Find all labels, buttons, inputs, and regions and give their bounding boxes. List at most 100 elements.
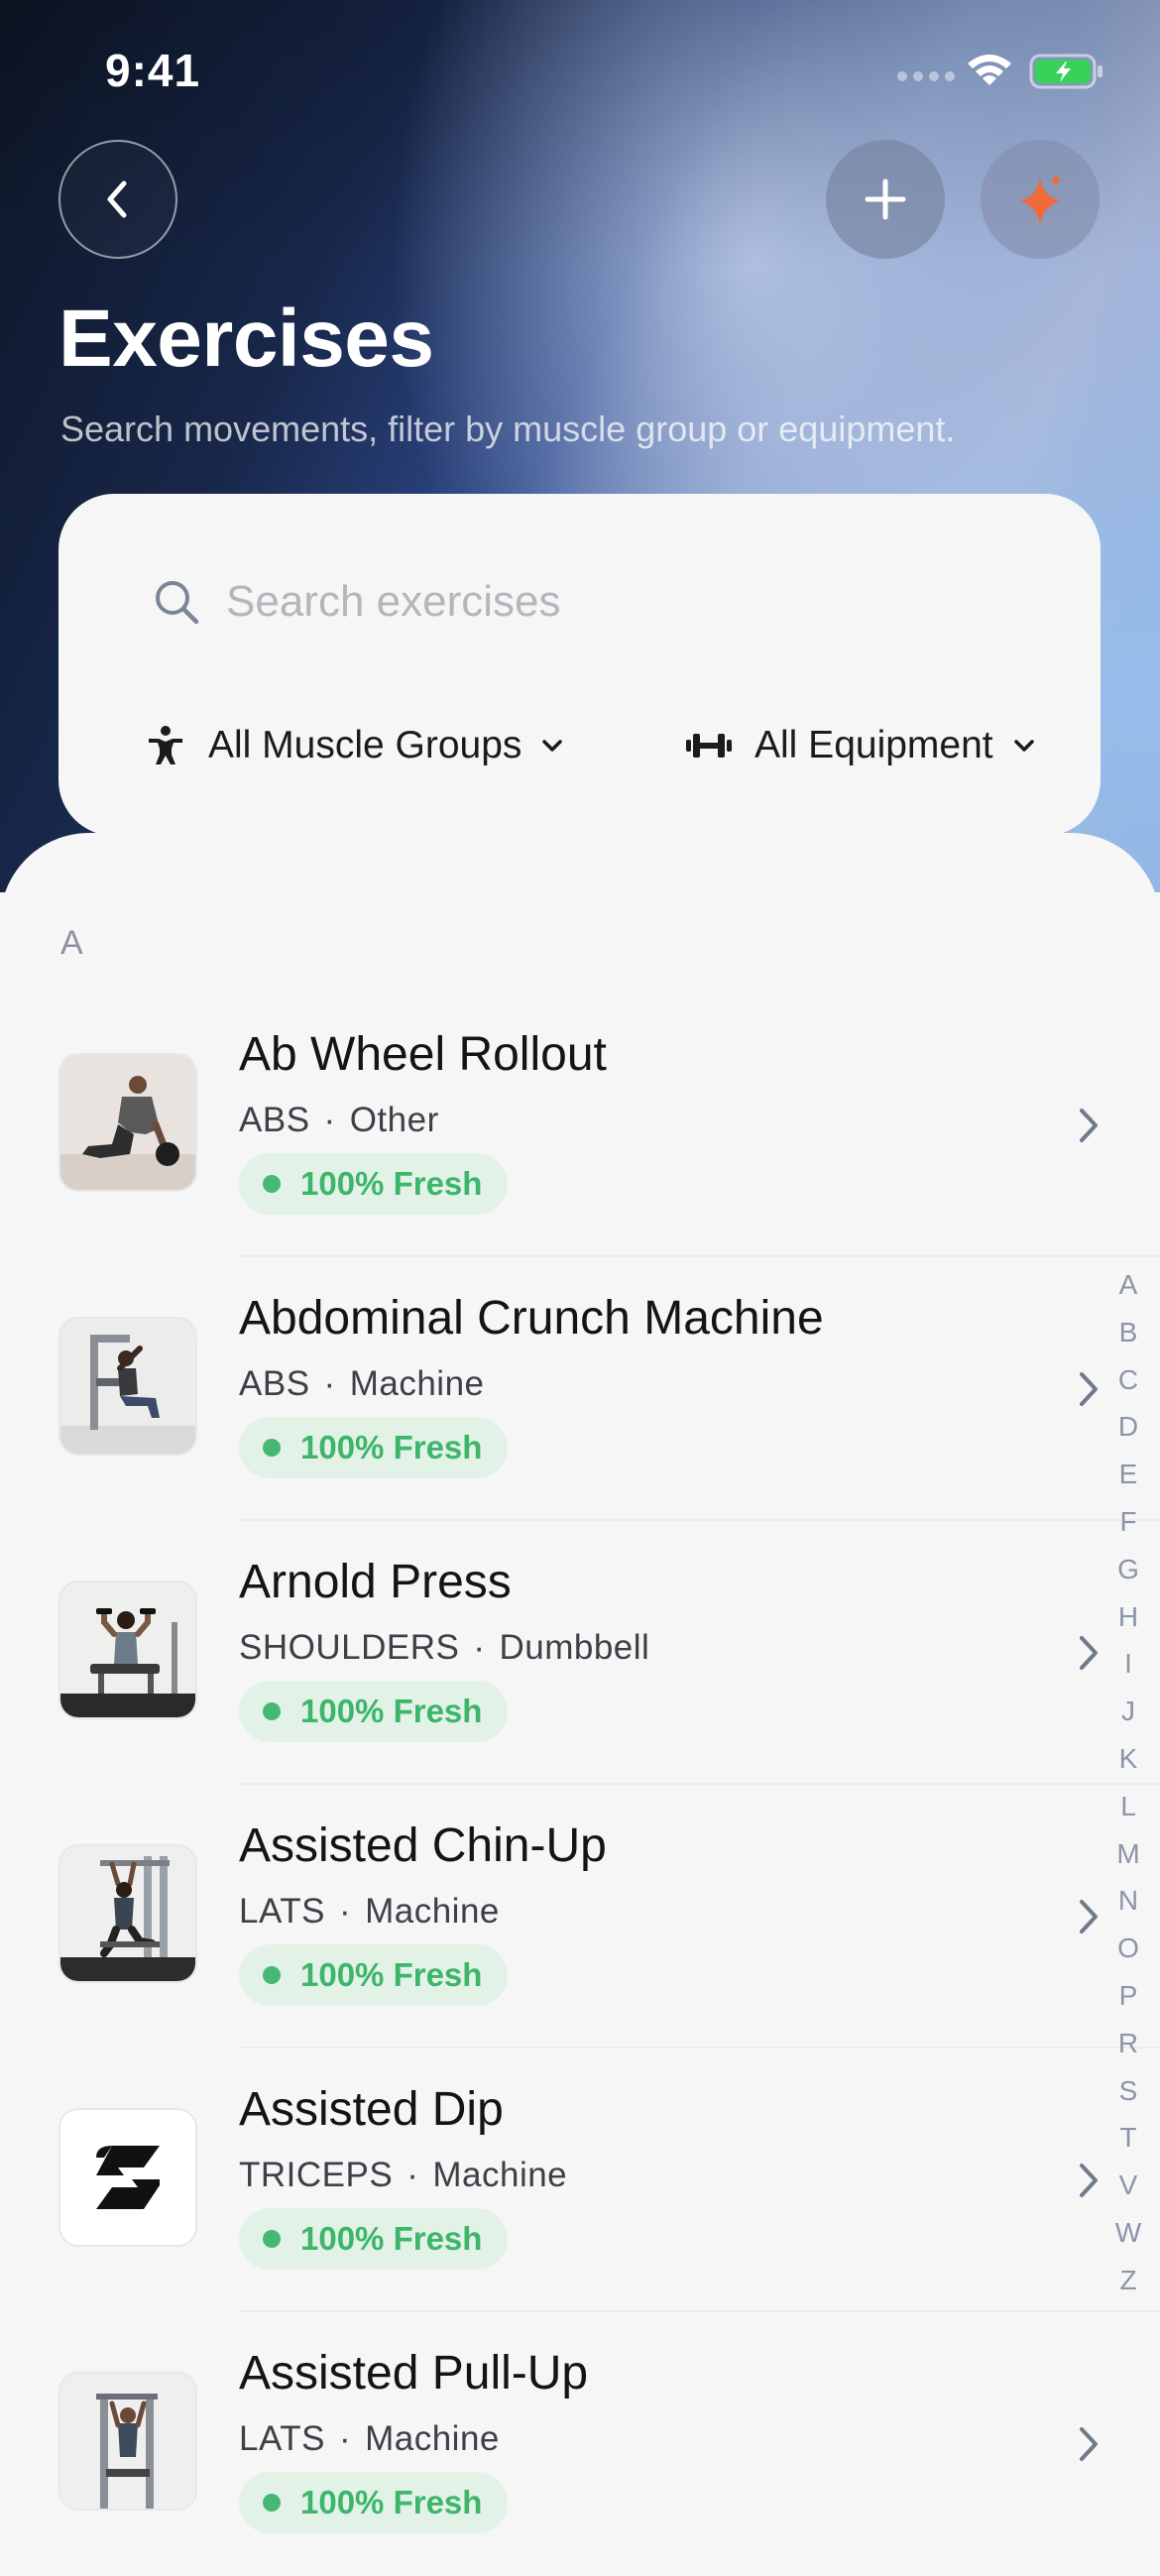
index-letter[interactable]: I xyxy=(1108,1640,1148,1688)
exercise-meta: ABS · Other xyxy=(239,1101,439,1140)
exercise-name: Assisted Chin-Up xyxy=(239,1819,607,1872)
freshness-label: 100% Fresh xyxy=(300,1693,483,1729)
index-letter[interactable]: S xyxy=(1108,2067,1148,2115)
index-letter[interactable]: J xyxy=(1108,1688,1148,1735)
index-letter[interactable]: C xyxy=(1108,1356,1148,1404)
exercise-muscle: ABS xyxy=(239,1364,310,1403)
exercise-row[interactable]: Arnold Press SHOULDERS · Dumbbell 100% Fre… xyxy=(0,1521,1160,1785)
freshness-label: 100% Fresh xyxy=(300,2484,483,2520)
page-title: Exercises xyxy=(58,293,434,384)
meta-separator: · xyxy=(338,2419,352,2458)
page-subtitle: Search movements, filter by muscle group… xyxy=(60,409,956,449)
index-letter[interactable]: K xyxy=(1108,1735,1148,1783)
freshness-badge: 100% Fresh xyxy=(239,2472,509,2533)
index-letter[interactable]: Z xyxy=(1108,2257,1148,2304)
index-letter[interactable]: A xyxy=(1108,1261,1148,1309)
exercise-row[interactable]: Ab Wheel Rollout ABS · Other 100% Fresh xyxy=(0,994,1160,1257)
exercise-equipment: Other xyxy=(349,1101,439,1139)
meta-separator: · xyxy=(338,1892,352,1931)
exercise-name: Arnold Press xyxy=(239,1556,512,1608)
status-dot xyxy=(263,1175,281,1193)
index-letter[interactable]: R xyxy=(1108,2020,1148,2067)
exercise-meta: TRICEPS · Machine xyxy=(239,2156,567,2195)
exercise-thumbnail xyxy=(58,2108,197,2247)
index-letter[interactable]: L xyxy=(1108,1783,1148,1830)
exercise-muscle: LATS xyxy=(239,1892,325,1931)
status-time: 9:41 xyxy=(105,45,201,96)
index-letter[interactable]: W xyxy=(1108,2209,1148,2257)
exercise-thumbnail xyxy=(58,1317,197,1456)
equipment-filter-label: All Equipment xyxy=(754,724,993,766)
meta-separator: · xyxy=(323,1364,336,1403)
freshness-label: 100% Fresh xyxy=(300,2220,483,2257)
wifi-icon xyxy=(968,55,1011,85)
exercise-name: Assisted Dip xyxy=(239,2083,504,2136)
freshness-badge: 100% Fresh xyxy=(239,1153,509,1215)
chevron-down-icon xyxy=(542,740,563,752)
search-bar[interactable] xyxy=(151,576,1021,628)
meta-separator: · xyxy=(473,1628,486,1667)
exercise-meta: LATS · Machine xyxy=(239,2419,500,2459)
freshness-label: 100% Fresh xyxy=(300,1956,483,1993)
status-dot xyxy=(263,1966,281,1984)
alphabet-index[interactable]: A B C D E F G H I J K L M N O P R S T V … xyxy=(1108,1261,1148,2304)
exercise-equipment: Machine xyxy=(432,2156,568,2194)
index-letter[interactable]: D xyxy=(1108,1403,1148,1451)
index-letter[interactable]: E xyxy=(1108,1451,1148,1498)
index-letter[interactable]: B xyxy=(1108,1309,1148,1356)
ai-assistant-button[interactable] xyxy=(981,140,1100,259)
exercise-name: Assisted Pull-Up xyxy=(239,2347,589,2400)
index-letter[interactable]: V xyxy=(1108,2162,1148,2209)
exercise-thumbnail xyxy=(58,2372,197,2511)
search-icon xyxy=(156,581,199,625)
meta-separator: · xyxy=(406,2156,419,2194)
freshness-label: 100% Fresh xyxy=(300,1429,483,1465)
chevron-right-icon xyxy=(1080,1636,1098,1670)
back-button[interactable] xyxy=(58,140,177,259)
chevron-left-icon xyxy=(107,180,127,218)
index-letter[interactable]: O xyxy=(1108,1925,1148,1972)
exercise-row[interactable]: Abdominal Crunch Machine ABS · Machine 100… xyxy=(0,1257,1160,1521)
exercise-row[interactable]: Assisted Chin-Up LATS · Machine 100% Fresh xyxy=(0,1785,1160,2049)
chevron-right-icon xyxy=(1080,2427,1098,2461)
status-dot xyxy=(263,2230,281,2248)
battery-charging-icon xyxy=(1029,54,1102,89)
exercise-row[interactable]: Assisted Pull-Up LATS · Machine 100% Fresh xyxy=(0,2312,1160,2576)
exercise-muscle: ABS xyxy=(239,1101,310,1139)
freshness-label: 100% Fresh xyxy=(300,1165,483,1202)
status-dot xyxy=(263,1702,281,1720)
muscle-group-filter[interactable]: All Muscle Groups xyxy=(145,724,565,767)
exercise-equipment: Machine xyxy=(365,2419,500,2458)
status-bar: 9:41 xyxy=(0,0,1160,139)
index-letter[interactable]: T xyxy=(1108,2114,1148,2162)
muscle-figure-icon xyxy=(149,726,182,764)
status-dot xyxy=(263,1439,281,1457)
chevron-right-icon xyxy=(1080,1109,1098,1142)
freshness-badge: 100% Fresh xyxy=(239,1417,509,1478)
exercise-meta: ABS · Machine xyxy=(239,1364,485,1404)
equipment-filter[interactable]: All Equipment xyxy=(685,724,1037,767)
index-letter[interactable]: F xyxy=(1108,1498,1148,1546)
sparkle-icon xyxy=(1020,174,1062,225)
index-letter[interactable]: P xyxy=(1108,1972,1148,2020)
exercise-row[interactable]: Assisted Dip TRICEPS · Machine 100% Fresh xyxy=(0,2049,1160,2312)
exercise-thumbnail xyxy=(58,1053,197,1192)
chevron-right-icon xyxy=(1080,1900,1098,1933)
chevron-right-icon xyxy=(1080,1372,1098,1406)
index-letter[interactable]: M xyxy=(1108,1830,1148,1878)
status-dot xyxy=(263,2494,281,2512)
add-exercise-button[interactable] xyxy=(826,140,945,259)
meta-separator: · xyxy=(323,1101,336,1139)
index-letter[interactable]: N xyxy=(1108,1877,1148,1925)
app-logo-icon xyxy=(60,2110,195,2245)
muscle-group-filter-label: All Muscle Groups xyxy=(208,724,522,766)
freshness-badge: 100% Fresh xyxy=(239,1944,509,2006)
index-letter[interactable]: G xyxy=(1108,1546,1148,1593)
cellular-signal-icon xyxy=(897,71,955,81)
dumbbell-icon xyxy=(686,734,732,758)
index-letter[interactable]: H xyxy=(1108,1593,1148,1641)
freshness-badge: 100% Fresh xyxy=(239,2208,509,2270)
search-input[interactable] xyxy=(224,576,1021,628)
exercise-equipment: Machine xyxy=(349,1364,485,1403)
search-filter-card: All Muscle Groups All Equipment xyxy=(58,494,1101,836)
